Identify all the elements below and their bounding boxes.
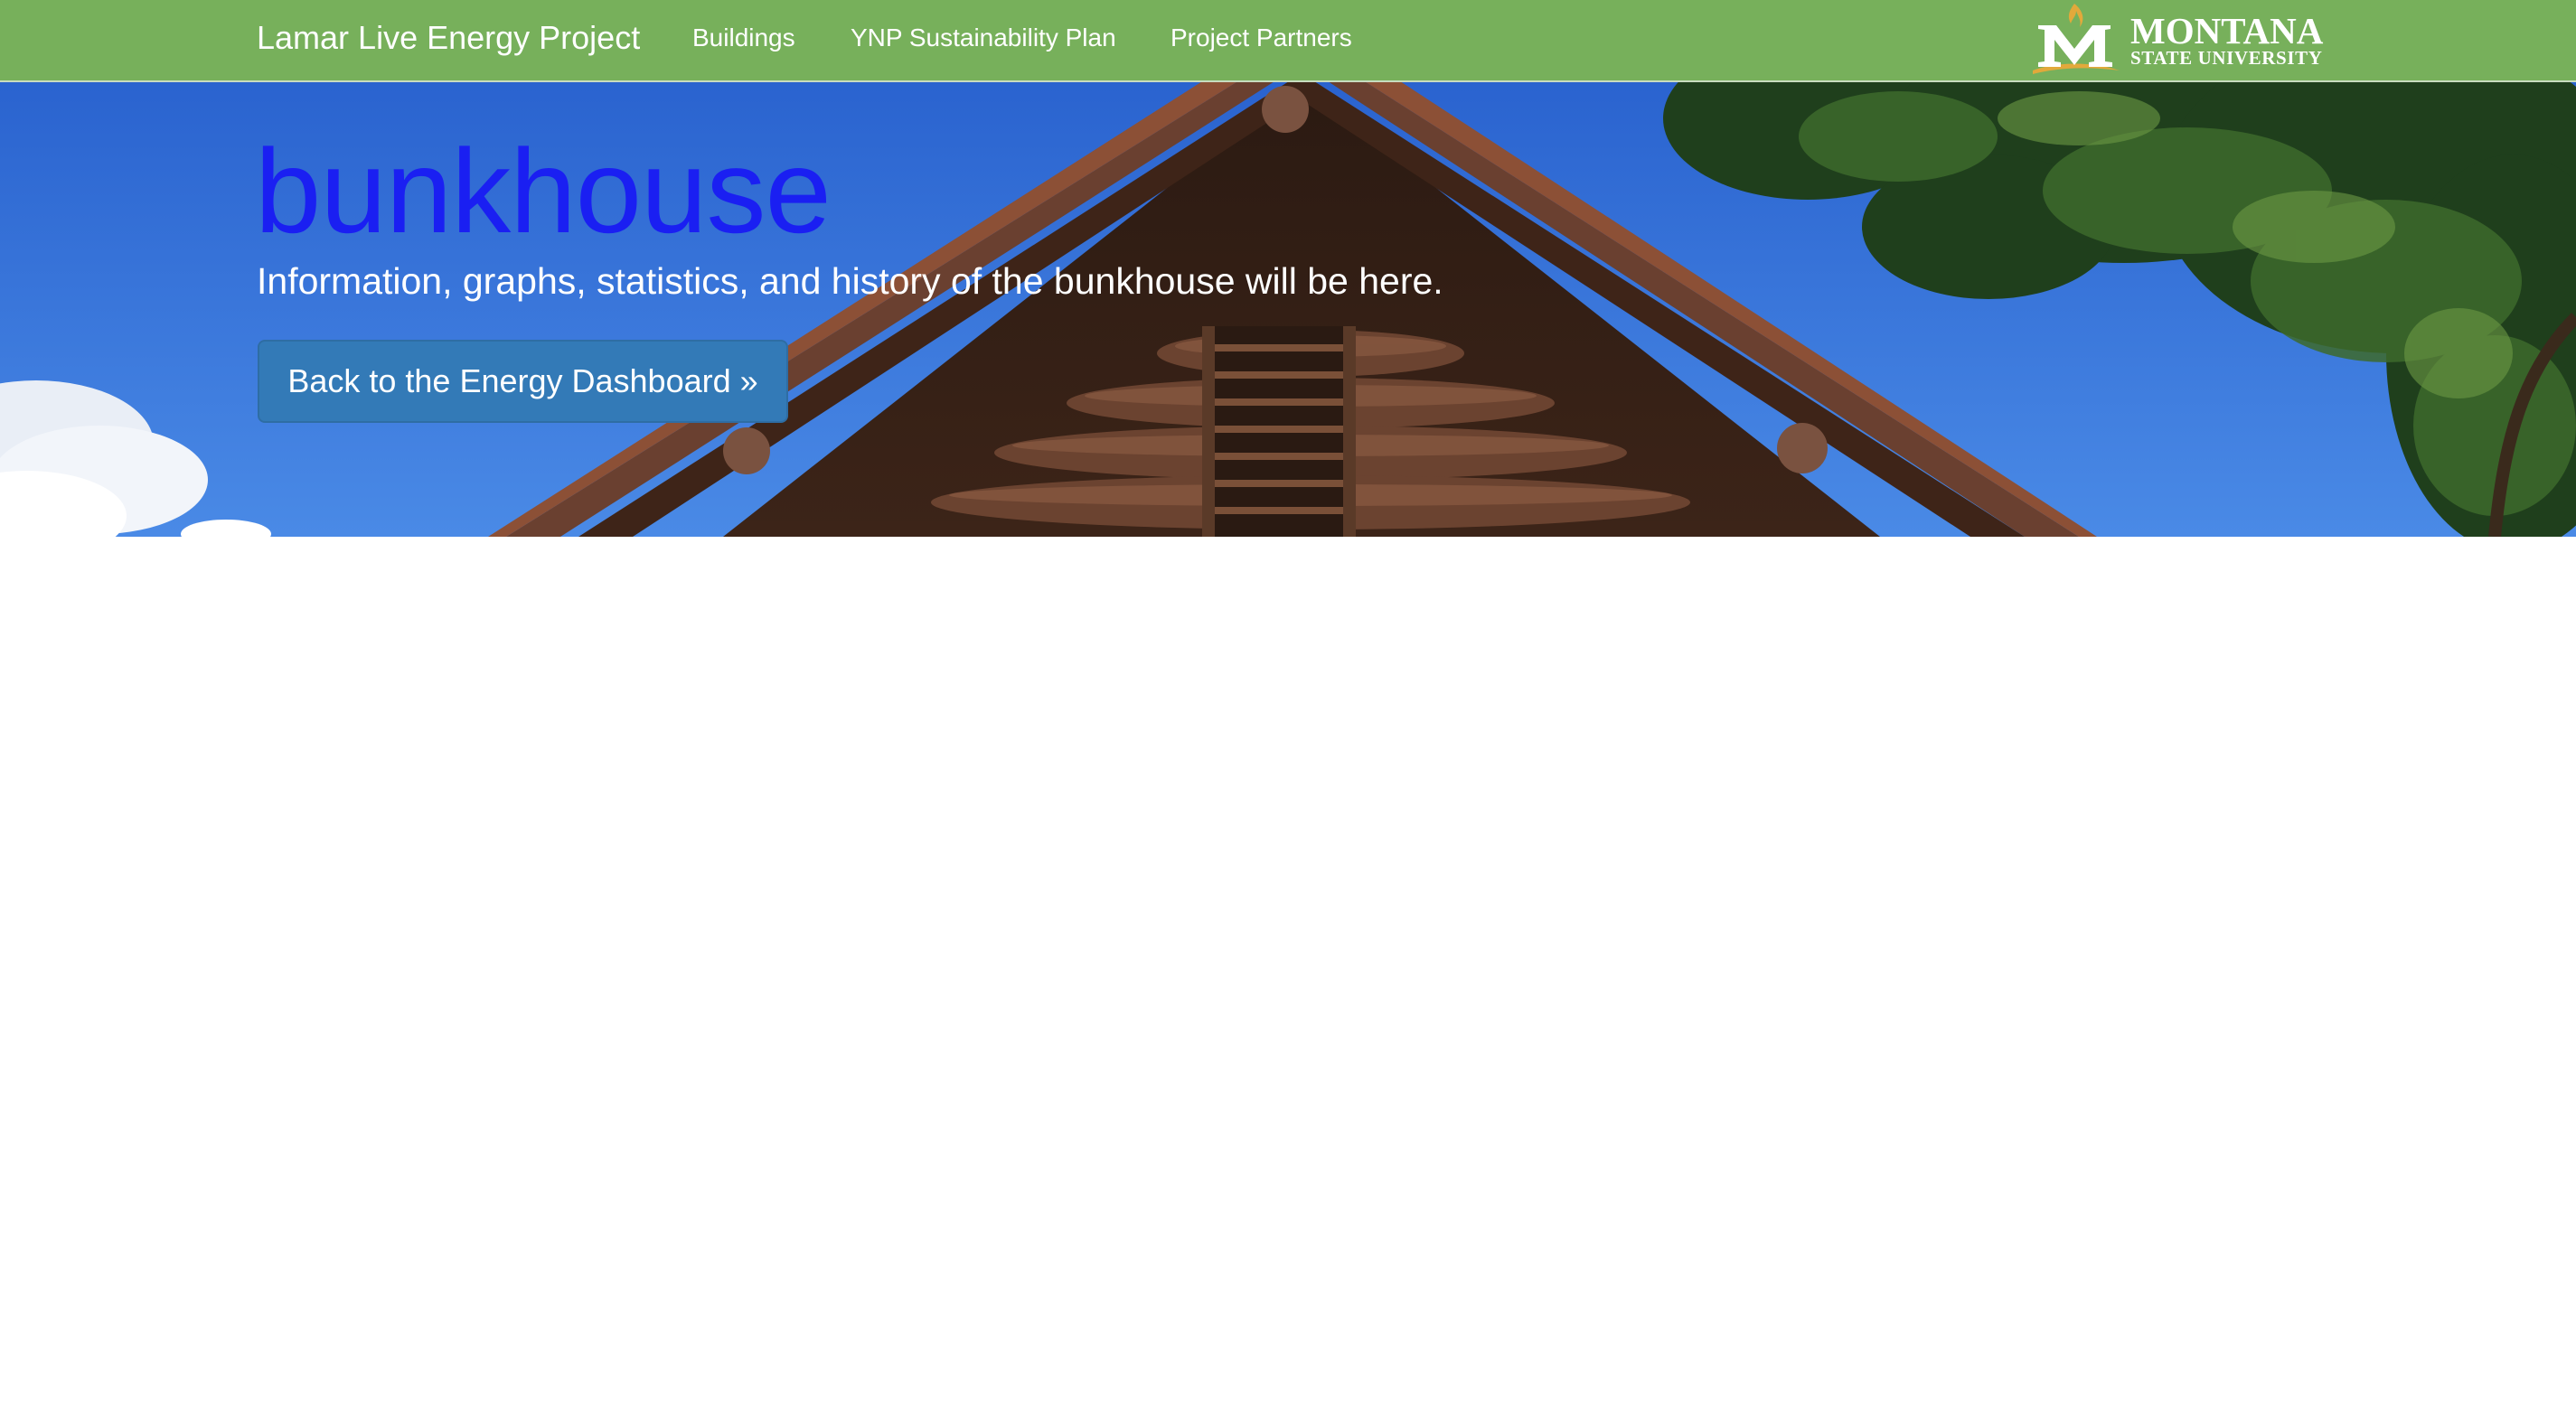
logo-text-montana: MONTANA — [2130, 10, 2324, 52]
nav-link-buildings[interactable]: Buildings — [692, 0, 795, 80]
nav-link-ynp-sustainability-plan[interactable]: YNP Sustainability Plan — [851, 0, 1116, 80]
msu-m-logo-icon — [2033, 4, 2120, 74]
nav-link-project-partners[interactable]: Project Partners — [1170, 0, 1352, 80]
back-to-dashboard-button[interactable]: Back to the Energy Dashboard » — [258, 340, 788, 423]
top-navbar: Lamar Live Energy Project Buildings YNP … — [0, 0, 2576, 82]
page-title: bunkhouse — [255, 125, 832, 258]
page-subtitle: Information, graphs, statistics, and his… — [257, 260, 1443, 302]
brand-link[interactable]: Lamar Live Energy Project — [257, 0, 640, 80]
hero-jumbotron: bunkhouse Information, graphs, statistic… — [0, 82, 2576, 537]
logo-text-state-university: STATE UNIVERSITY — [2130, 47, 2323, 69]
msu-logo[interactable]: MONTANA STATE UNIVERSITY — [2029, 2, 2323, 78]
